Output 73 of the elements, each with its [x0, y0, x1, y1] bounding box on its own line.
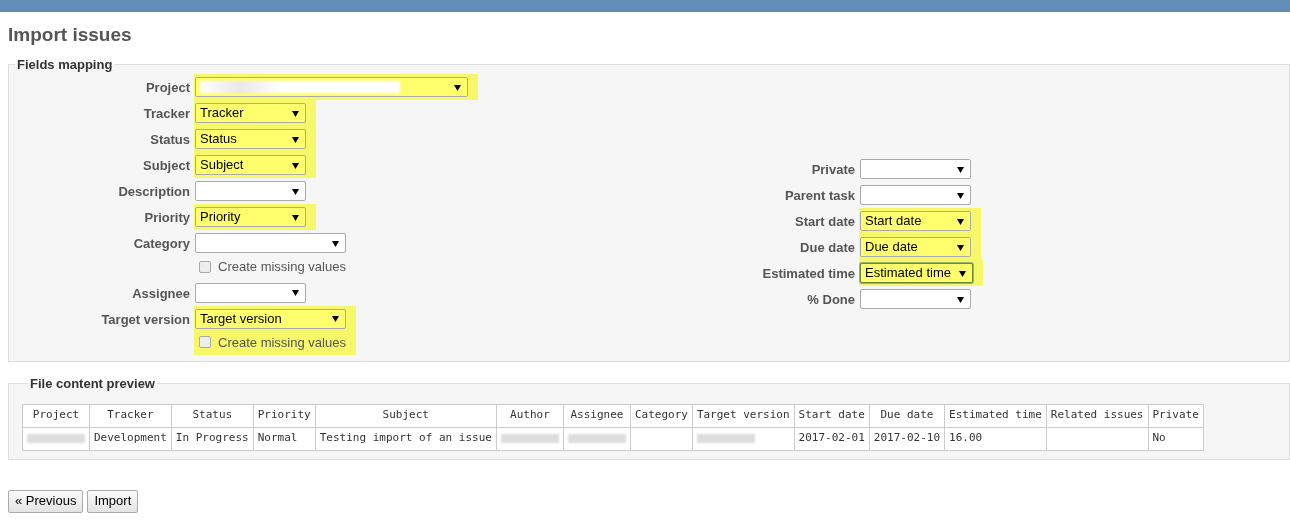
caret-icon [957, 295, 964, 303]
column-header: Tracker [89, 404, 172, 427]
column-header: Author [496, 404, 564, 427]
select-field[interactable] [860, 159, 971, 179]
caret-icon [959, 269, 966, 277]
select-field[interactable] [195, 181, 306, 201]
select-field[interactable]: Status [195, 129, 306, 149]
field-label: Status [149, 131, 191, 149]
field-label: Estimated time [761, 265, 856, 283]
caret-icon [957, 191, 964, 199]
select-field[interactable] [860, 289, 971, 309]
blurred-text-placeholder [696, 434, 755, 443]
blurred-text-placeholder [567, 434, 626, 443]
caret-icon [292, 161, 299, 169]
select-field[interactable]: Start date [860, 211, 971, 231]
field-label: Parent task [783, 187, 856, 205]
blurred-text-placeholder [27, 434, 85, 443]
nav-button[interactable]: « Previous [8, 489, 84, 513]
column-header: Due date [869, 404, 945, 427]
select-field[interactable] [860, 185, 971, 205]
caret-icon [292, 187, 299, 195]
caret-icon [331, 315, 339, 322]
caret-icon [292, 135, 299, 143]
column-header: Private [1148, 404, 1204, 427]
select-field[interactable]: Target version [195, 308, 346, 329]
caret-icon [957, 165, 964, 173]
checkbox-label: Create missing values [218, 258, 346, 276]
column-header: Estimated time [944, 404, 1047, 427]
column-header: Assignee [563, 404, 631, 427]
field-label: Target version [100, 310, 191, 329]
caret-icon [331, 239, 339, 247]
select-field[interactable]: Subject [195, 155, 306, 175]
column-header: Project [22, 404, 90, 427]
field-label: Due date [799, 239, 856, 257]
field-label: Start date [794, 213, 856, 231]
field-label: Tracker [142, 105, 191, 123]
column-header: Subject [315, 404, 497, 427]
nav-button[interactable]: Import [87, 489, 139, 513]
column-header: Category [630, 404, 693, 427]
select-field[interactable]: Tracker [195, 103, 306, 123]
caret-icon [292, 109, 299, 117]
column-header: Target version [692, 404, 795, 427]
field-label: Category [132, 235, 191, 253]
page-title: Import issues [8, 23, 132, 47]
blurred-text-placeholder [500, 434, 559, 443]
caret-icon [957, 217, 964, 225]
select-field[interactable]: Estimated time [860, 263, 973, 283]
field-label: % Done [806, 291, 856, 309]
caret-icon [957, 243, 964, 251]
field-label: Description [117, 183, 191, 201]
field-label: Subject [142, 157, 191, 175]
select-field[interactable] [195, 282, 306, 303]
panel-legend: Fields mapping [15, 54, 115, 74]
checkbox[interactable] [199, 260, 211, 273]
caret-icon [454, 83, 461, 91]
checkbox-label: Create missing values [218, 333, 346, 352]
field-label: Assignee [131, 284, 191, 303]
select-field[interactable] [195, 233, 346, 253]
field-label: Priority [143, 209, 191, 227]
column-header: Priority [253, 404, 316, 427]
panel-legend: File content preview [28, 374, 157, 394]
table-cell: Testing import of an issue [315, 427, 497, 450]
select-field[interactable] [195, 77, 468, 97]
column-header: Status [171, 404, 254, 427]
caret-icon [292, 289, 299, 296]
column-header: Related issues [1046, 404, 1148, 427]
caret-icon [292, 213, 299, 221]
select-field[interactable]: Priority [195, 207, 306, 227]
column-header: Start date [794, 404, 870, 427]
checkbox[interactable] [199, 336, 211, 349]
field-label: Project [144, 79, 191, 97]
select-field[interactable]: Due date [860, 237, 971, 257]
field-label: Private [810, 161, 856, 179]
